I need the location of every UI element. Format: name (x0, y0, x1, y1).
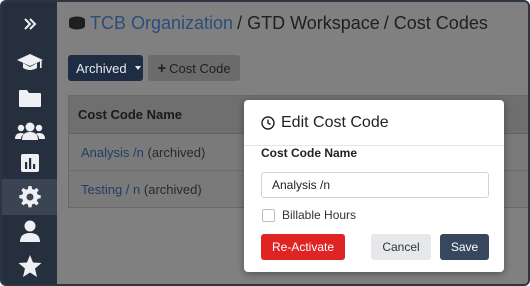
cost-code-link[interactable]: Testing / n (archived) (81, 182, 202, 197)
clock-icon (261, 116, 275, 130)
billable-hours-checkbox[interactable] (262, 209, 275, 222)
breadcrumb-workspace: GTD Workspace (247, 12, 380, 33)
breadcrumb-separator: / (383, 12, 389, 33)
archived-filter-label: Archived (76, 60, 127, 76)
cost-code-name-label: Cost Code Name (261, 146, 358, 160)
archived-tag: (archived) (143, 182, 202, 197)
modal-title: Edit Cost Code (281, 114, 389, 131)
sidebar-item-settings[interactable] (2, 179, 57, 215)
sidebar-item-profile[interactable] (2, 213, 57, 249)
sidebar-item-training[interactable] (2, 44, 57, 80)
sidebar (2, 2, 57, 284)
archived-tag: (archived) (147, 145, 206, 160)
cost-code-name[interactable]: Testing / n (81, 182, 140, 197)
page-title: Cost Codes (393, 12, 488, 33)
sidebar-item-folders[interactable] (2, 80, 57, 116)
reactivate-button[interactable]: Re-Activate (261, 234, 345, 260)
users-icon (14, 122, 45, 140)
expand-sidebar-button[interactable] (2, 6, 57, 42)
add-cost-code-label: Cost Code (169, 60, 231, 76)
caret-down-icon (134, 66, 141, 70)
cost-code-name[interactable]: Analysis /n (81, 145, 144, 160)
save-button[interactable]: Save (440, 234, 489, 260)
cost-code-name-input[interactable] (261, 172, 489, 198)
cost-code-link[interactable]: Analysis /n (archived) (81, 145, 205, 160)
app-window: TCB Organization / GTD Workspace / Cost … (0, 0, 530, 286)
star-icon (18, 255, 41, 277)
add-cost-code-button[interactable]: + Cost Code (148, 55, 240, 81)
breadcrumb: TCB Organization / GTD Workspace / Cost … (68, 11, 488, 35)
folder-icon (18, 89, 41, 107)
organization-icon (69, 16, 85, 30)
bar-chart-icon (20, 154, 39, 172)
billable-hours-label[interactable]: Billable Hours (282, 208, 356, 222)
graduation-cap-icon (16, 54, 43, 70)
sidebar-item-team[interactable] (2, 113, 57, 149)
breadcrumb-separator: / (237, 12, 243, 33)
breadcrumb-organization-link[interactable]: TCB Organization (90, 13, 233, 34)
sidebar-item-reports[interactable] (2, 145, 57, 181)
edit-cost-code-modal: Edit Cost Code Cost Code Name Billable H… (244, 100, 504, 272)
sidebar-item-favorites[interactable] (2, 248, 57, 284)
gear-icon (18, 186, 41, 208)
archived-filter-dropdown[interactable]: Archived (68, 55, 143, 81)
column-header-name: Cost Code Name (78, 107, 183, 122)
plus-icon: + (157, 59, 167, 77)
chevrons-right-icon (23, 18, 36, 30)
cancel-button[interactable]: Cancel (371, 234, 431, 260)
modal-header: Edit Cost Code (244, 100, 504, 146)
user-icon (19, 220, 40, 242)
